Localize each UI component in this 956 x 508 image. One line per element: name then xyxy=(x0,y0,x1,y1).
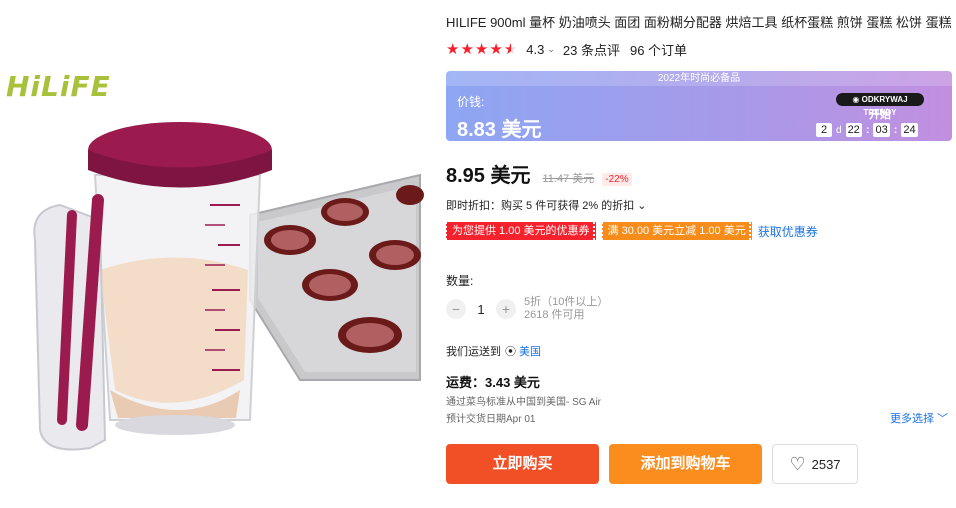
star-icon: ★ xyxy=(489,40,503,58)
location-pin-icon: ⦿ xyxy=(505,346,516,358)
product-image[interactable]: HiLiFE xyxy=(0,0,430,508)
countdown-day-unit: d xyxy=(836,124,842,136)
promo-price: 8.83 美元 xyxy=(457,119,542,141)
countdown-seconds: 24 xyxy=(901,123,918,137)
star-icon: ★ xyxy=(460,40,474,58)
coupon-orange[interactable]: 满 30.00 美元立减 1.00 美元 xyxy=(600,222,752,240)
original-price: 11.47 美元 xyxy=(542,173,595,185)
product-title: HILIFE 900ml 量杯 奶油喷头 面团 面粉糊分配器 烘焙工具 纸杯蛋糕… xyxy=(446,15,952,30)
delivery-eta: 预计交货日期Apr 01 xyxy=(446,414,536,425)
quantity-value[interactable]: 1 xyxy=(466,302,496,317)
minus-icon[interactable]: − xyxy=(446,299,466,319)
promo-start-label: 开始 xyxy=(869,109,891,121)
heart-icon: ♡ xyxy=(789,454,806,474)
quantity-label: 数量: xyxy=(446,274,474,288)
coupon-row: 为您提供 1.00 美元的优惠券 满 30.00 美元立减 1.00 美元 获取… xyxy=(445,222,818,240)
product-details-panel: HILIFE 900ml 量杯 奶油喷头 面团 面粉糊分配器 烘焙工具 纸杯蛋糕… xyxy=(445,0,952,508)
quantity-info: 5折（10件以上） 2618 件可用 xyxy=(524,296,608,322)
add-to-cart-button[interactable]: 添加到购物车 xyxy=(609,444,762,484)
dispenser xyxy=(33,122,272,451)
shipping-method: 通过菜鸟标准从中国到美国- SG Air xyxy=(446,397,602,408)
countdown-separator: : xyxy=(893,124,898,136)
stock-available-text: 2618 件可用 xyxy=(524,309,585,321)
countdown-separator: : xyxy=(865,124,870,136)
review-count[interactable]: 23 条点评 xyxy=(563,40,620,59)
chevron-down-icon[interactable]: ⌄ xyxy=(547,44,555,55)
shipping-cost: 运费：3.43 美元 xyxy=(446,375,540,390)
coupon-red[interactable]: 为您提供 1.00 美元的优惠券 xyxy=(445,222,596,240)
star-icon: ★ xyxy=(446,40,460,58)
ship-to-country[interactable]: 美国 xyxy=(519,343,541,359)
muffin-tray xyxy=(249,173,424,381)
more-shipping-options[interactable]: 更多选择 ﹀ xyxy=(890,410,948,426)
rating-value: 4.3 xyxy=(526,41,545,57)
promo-banner[interactable]: 2022年时尚必备品 价钱: 8.83 美元 ◉ ODKRYWAJ TRENDY… xyxy=(446,71,952,141)
plus-icon[interactable]: + xyxy=(496,299,516,319)
product-illustration xyxy=(33,122,424,451)
promo-price-label: 价钱: xyxy=(457,95,485,109)
order-count: 96 个订单 xyxy=(629,42,688,58)
ship-to-row: 我们运送到 ⦿ 美国 xyxy=(446,343,541,359)
wishlist-button[interactable]: ♡ 2537 xyxy=(772,444,858,484)
countdown-timer: 2 d 22 : 03 : 24 xyxy=(816,123,918,137)
quantity-stepper: − 1 + 5折（10件以上） 2618 件可用 xyxy=(446,296,608,322)
countdown-days: 2 xyxy=(816,123,832,137)
buy-now-button[interactable]: 立即购买 xyxy=(446,444,599,484)
rating-stars: ★ ★ ★ ★ ★ xyxy=(446,42,518,57)
rating-row[interactable]: ★ ★ ★ ★ ★ 4.3 ⌄ 23 条点评 96 个订单 xyxy=(446,40,687,58)
ship-to-label: 我们运送到 xyxy=(446,346,501,358)
star-icon: ★ xyxy=(474,40,489,58)
star-half-icon: ★ xyxy=(503,40,518,58)
discount-badge: -22% xyxy=(602,173,632,186)
countdown-hours: 22 xyxy=(845,123,862,137)
wishlist-count: 2537 xyxy=(811,456,841,472)
trend-badge[interactable]: ◉ ODKRYWAJ TRENDY xyxy=(836,93,924,117)
instant-discount[interactable]: 即时折扣：购买 5 件可获得 2% 的折扣 ⌄ xyxy=(446,197,647,213)
promo-banner-title: 2022年时尚必备品 xyxy=(446,71,952,86)
current-price: 8.95 美元 xyxy=(446,165,531,187)
get-coupon-link[interactable]: 获取优惠券 xyxy=(758,223,818,240)
price-row: 8.95 美元 11.47 美元 -22% xyxy=(446,159,632,188)
countdown-minutes: 03 xyxy=(873,123,890,137)
bulk-discount-text: 5折（10件以上） xyxy=(524,296,609,308)
